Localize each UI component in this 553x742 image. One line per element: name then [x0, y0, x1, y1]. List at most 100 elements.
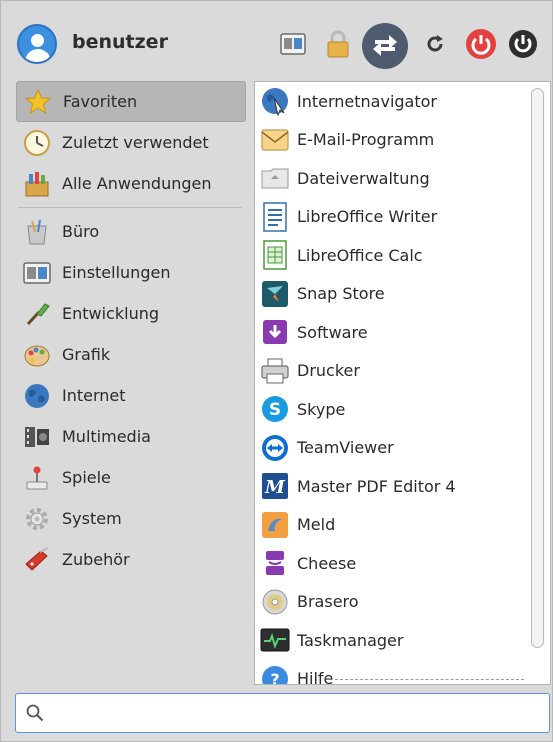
- menu-header: benutzer: [15, 23, 542, 69]
- power-icon: [509, 30, 537, 58]
- skype-icon: S: [259, 393, 291, 425]
- application-menu: benutzer Favoriten Zuletzt verwendet All…: [0, 0, 553, 742]
- search-box[interactable]: [15, 693, 550, 733]
- category-favorites[interactable]: Favoriten: [16, 81, 246, 122]
- app-label: Skype: [297, 399, 346, 419]
- teamviewer-icon: [259, 432, 291, 464]
- app-snap-store[interactable]: Snap Store: [255, 275, 550, 314]
- libreoffice-calc-icon: [259, 239, 291, 271]
- cheese-icon: [259, 547, 291, 579]
- app-master-pdf-editor[interactable]: M Master PDF Editor 4: [255, 467, 550, 506]
- settings-manager-button[interactable]: [276, 27, 310, 61]
- libreoffice-writer-icon: [259, 201, 291, 233]
- clock-icon: [22, 128, 52, 158]
- switch-user-icon: [373, 35, 397, 56]
- app-internetnavigator[interactable]: Internetnavigator: [255, 82, 550, 121]
- app-label: Internetnavigator: [297, 91, 437, 111]
- app-cheese[interactable]: Cheese: [255, 544, 550, 583]
- office-icon: [22, 217, 52, 247]
- app-help[interactable]: ? Hilfe: [255, 660, 550, 685]
- logout-power-icon: [466, 29, 496, 59]
- meld-icon: [259, 509, 291, 541]
- category-label: Grafik: [62, 345, 111, 364]
- category-settings[interactable]: Einstellungen: [16, 252, 246, 293]
- list-fade-divider: [335, 679, 524, 680]
- category-label: Einstellungen: [62, 263, 171, 282]
- app-brasero[interactable]: Brasero: [255, 583, 550, 622]
- app-label: Drucker: [297, 361, 360, 381]
- accessories-icon: [22, 545, 52, 575]
- category-label: Büro: [62, 222, 100, 241]
- svg-text:S: S: [269, 400, 281, 420]
- snap-store-icon: [259, 278, 291, 310]
- category-label: Alle Anwendungen: [62, 174, 212, 193]
- app-meld[interactable]: Meld: [255, 506, 550, 545]
- app-software[interactable]: Software: [255, 313, 550, 352]
- joystick-icon: [22, 463, 52, 493]
- settings-icon: [22, 258, 52, 288]
- app-task-manager[interactable]: Taskmanager: [255, 621, 550, 660]
- app-label: TeamViewer: [297, 438, 394, 458]
- search-input[interactable]: [52, 698, 549, 728]
- app-label: LibreOffice Calc: [297, 245, 423, 265]
- username: benutzer: [72, 31, 168, 53]
- category-all-applications[interactable]: Alle Anwendungen: [16, 163, 246, 204]
- lock-screen-button[interactable]: [321, 27, 355, 61]
- master-pdf-icon: M: [259, 470, 291, 502]
- shutdown-button[interactable]: [506, 27, 540, 61]
- app-label: Taskmanager: [297, 630, 404, 650]
- app-label: E-Mail-Programm: [297, 130, 435, 150]
- logout-button[interactable]: [464, 27, 498, 61]
- multimedia-icon: [22, 422, 52, 452]
- category-accessories[interactable]: Zubehör: [16, 539, 246, 580]
- app-skype[interactable]: S Skype: [255, 390, 550, 429]
- category-list: Favoriten Zuletzt verwendet Alle Anwendu…: [16, 81, 246, 580]
- category-recent[interactable]: Zuletzt verwendet: [16, 122, 246, 163]
- file-manager-icon: [259, 162, 291, 194]
- task-manager-icon: [259, 624, 291, 656]
- brasero-icon: [259, 586, 291, 618]
- category-label: Zubehör: [62, 550, 130, 569]
- search-icon: [26, 704, 44, 722]
- graphics-icon: [22, 340, 52, 370]
- category-development[interactable]: Entwicklung: [16, 293, 246, 334]
- app-file-manager[interactable]: Dateiverwaltung: [255, 159, 550, 198]
- switch-user-button[interactable]: [362, 23, 408, 69]
- app-label: Dateiverwaltung: [297, 168, 430, 188]
- refresh-icon: [427, 35, 443, 52]
- category-label: Internet: [62, 386, 126, 405]
- svg-text:?: ?: [270, 670, 279, 685]
- mail-icon: [259, 124, 291, 156]
- application-list[interactable]: Internetnavigator E-Mail-Programm Dateiv…: [254, 81, 551, 685]
- app-label: Master PDF Editor 4: [297, 476, 456, 496]
- category-office[interactable]: Büro: [16, 211, 246, 252]
- app-libreoffice-writer[interactable]: LibreOffice Writer: [255, 198, 550, 237]
- avatar-icon[interactable]: [17, 24, 57, 64]
- category-games[interactable]: Spiele: [16, 457, 246, 498]
- category-multimedia[interactable]: Multimedia: [16, 416, 246, 457]
- category-system[interactable]: System: [16, 498, 246, 539]
- app-libreoffice-calc[interactable]: LibreOffice Calc: [255, 236, 550, 275]
- printer-icon: [259, 355, 291, 387]
- all-applications-icon: [22, 169, 52, 199]
- development-icon: [22, 299, 52, 329]
- system-gear-icon: [22, 504, 52, 534]
- lock-icon: [327, 30, 349, 58]
- category-label: System: [62, 509, 122, 528]
- restart-button[interactable]: [418, 27, 452, 61]
- star-icon: [23, 87, 53, 117]
- category-label: Favoriten: [63, 92, 138, 111]
- svg-text:M: M: [264, 477, 286, 498]
- app-email[interactable]: E-Mail-Programm: [255, 121, 550, 160]
- app-label: LibreOffice Writer: [297, 207, 438, 227]
- category-graphics[interactable]: Grafik: [16, 334, 246, 375]
- app-teamviewer[interactable]: TeamViewer: [255, 429, 550, 468]
- category-label: Zuletzt verwendet: [62, 133, 209, 152]
- category-internet[interactable]: Internet: [16, 375, 246, 416]
- application-list-scrollbar[interactable]: [531, 88, 544, 648]
- app-label: Hilfe: [297, 669, 334, 685]
- app-printer[interactable]: Drucker: [255, 352, 550, 391]
- help-icon: ?: [259, 663, 291, 685]
- category-label: Spiele: [62, 468, 111, 487]
- category-separator: [18, 207, 242, 208]
